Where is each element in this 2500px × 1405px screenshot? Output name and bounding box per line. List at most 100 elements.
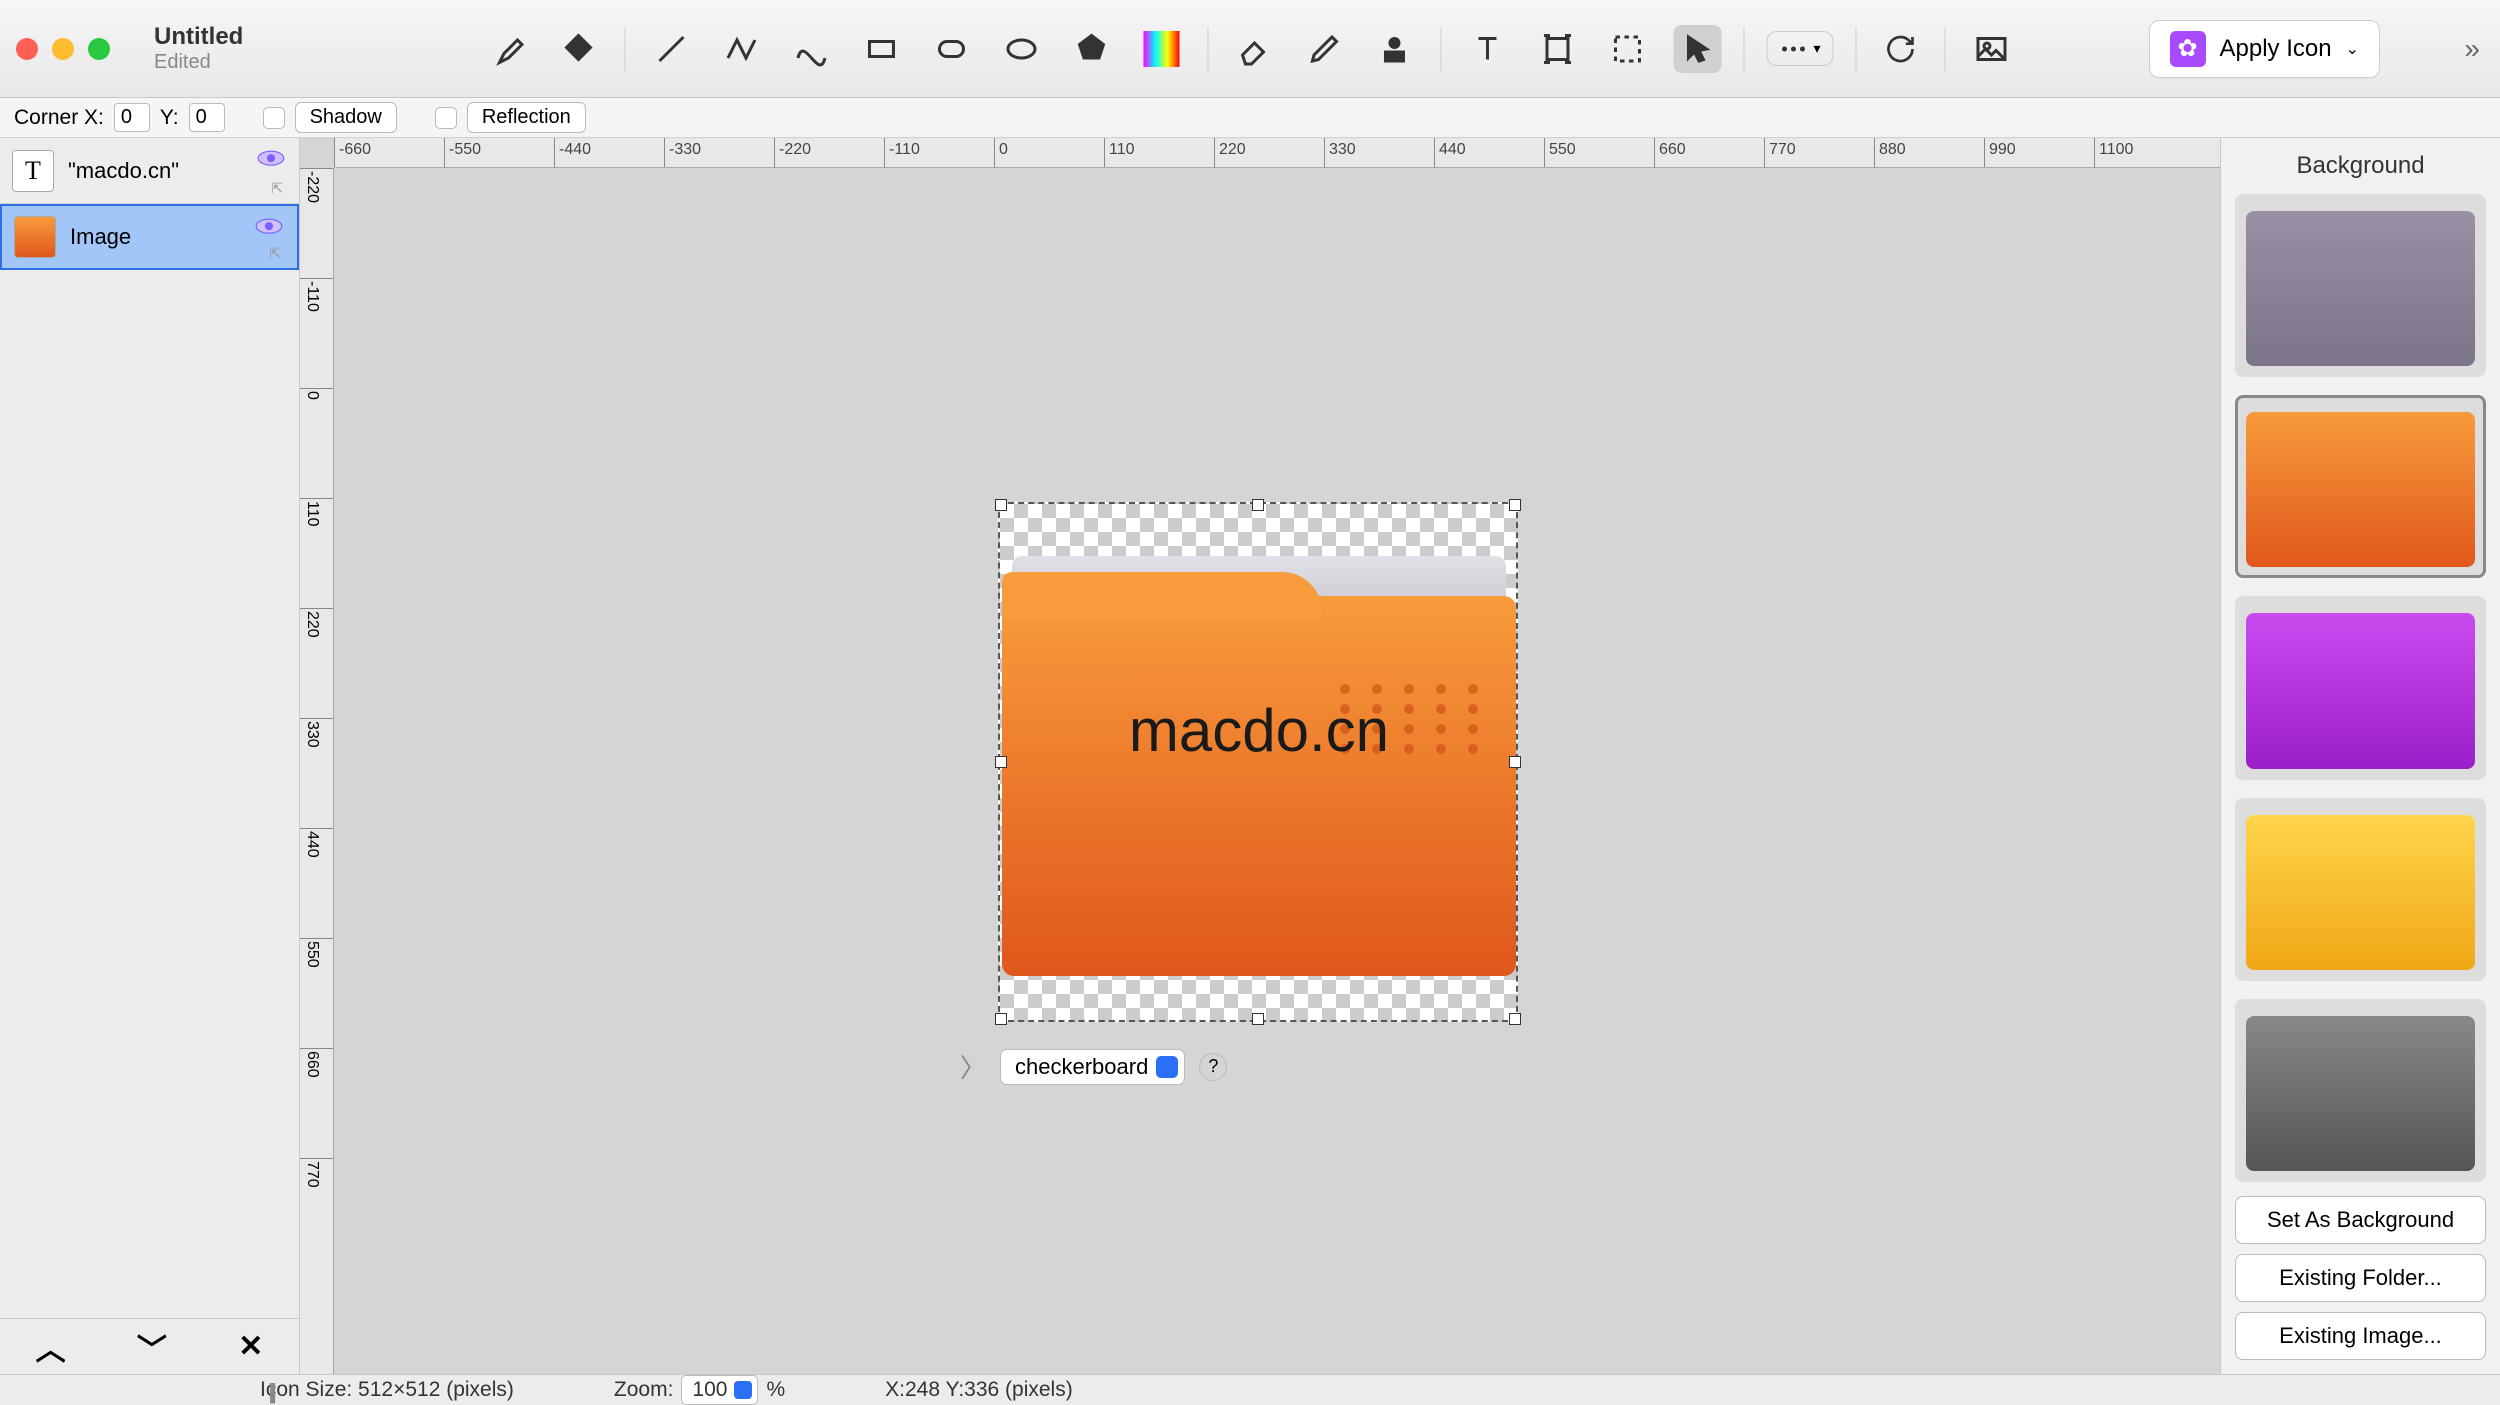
apply-icon-button[interactable]: ✿ Apply Icon ⌄ <box>2149 20 2380 78</box>
disclosure-chevron[interactable]: 〉 <box>960 1048 986 1085</box>
resize-handle[interactable] <box>1252 499 1264 511</box>
text-tool[interactable] <box>1463 25 1511 73</box>
corner-y-input[interactable] <box>189 103 225 132</box>
eyedropper-tool[interactable] <box>484 25 532 73</box>
resize-handle[interactable] <box>995 1013 1007 1025</box>
resize-grip[interactable]: ||| <box>268 1379 273 1405</box>
background-swatch[interactable] <box>2235 194 2486 377</box>
brush-tool[interactable] <box>1300 25 1348 73</box>
background-swatch[interactable] <box>2235 798 2486 981</box>
background-panel: Background Set As Background Existing Fo… <box>2220 138 2500 1374</box>
canvas[interactable]: -660-550-440-330-220-1100110220330440550… <box>300 138 2220 1374</box>
options-bar: Corner X: Y: Shadow Reflection <box>0 98 2500 138</box>
image-button[interactable] <box>1968 25 2016 73</box>
ellipse-tool[interactable] <box>997 25 1045 73</box>
separator <box>1207 27 1208 71</box>
layers-panel: T "macdo.cn" ⇱ Image ⇱ ︿ ﹀ ✕ <box>0 138 300 1374</box>
separator <box>624 27 625 71</box>
transform-tool[interactable] <box>1533 25 1581 73</box>
ruler-horizontal: -660-550-440-330-220-1100110220330440550… <box>334 138 2220 168</box>
layer-image[interactable]: Image ⇱ <box>0 204 299 270</box>
layer-text[interactable]: T "macdo.cn" ⇱ <box>0 138 299 204</box>
layer-delete-button[interactable]: ✕ <box>238 1329 263 1364</box>
resize-handle[interactable] <box>1509 756 1521 768</box>
layer-up-button[interactable]: ︿ <box>36 1325 66 1369</box>
artboard[interactable]: macdo.cn <box>998 502 1518 1022</box>
rounded-rect-tool[interactable] <box>927 25 975 73</box>
existing-folder-button[interactable]: Existing Folder... <box>2235 1254 2486 1302</box>
separator <box>1856 27 1857 71</box>
toolbar: ▾ <box>484 25 2015 73</box>
more-menu[interactable]: ▾ <box>1766 31 1833 66</box>
chevron-down-icon: ⌄ <box>2346 39 2359 59</box>
layer-name: "macdo.cn" <box>68 158 179 184</box>
zoom-value[interactable]: 100 <box>681 1375 758 1405</box>
document-title: Untitled Edited <box>154 23 243 74</box>
rect-tool[interactable] <box>857 25 905 73</box>
help-button[interactable]: ? <box>1199 1053 1227 1081</box>
main-area: T "macdo.cn" ⇱ Image ⇱ ︿ ﹀ ✕ -660-550-44… <box>0 138 2500 1374</box>
shadow-button[interactable]: Shadow <box>295 102 397 133</box>
expand-toolbar[interactable]: » <box>2464 33 2480 65</box>
separator <box>1743 27 1744 71</box>
resize-handle[interactable] <box>995 499 1007 511</box>
title-text: Untitled <box>154 23 243 51</box>
visibility-icon[interactable] <box>257 146 285 164</box>
marquee-tool[interactable] <box>1603 25 1651 73</box>
resize-handle[interactable] <box>995 756 1007 768</box>
cursor-position: X:248 Y:336 (pixels) <box>885 1378 1073 1402</box>
icon-size-label: Icon Size: 512×512 (pixels) <box>260 1378 514 1402</box>
reflection-checkbox[interactable] <box>435 107 457 129</box>
canvas-background-selector: 〉 checkerboard ? <box>960 1048 1227 1085</box>
layer-name: Image <box>70 224 131 250</box>
stamp-tool[interactable] <box>1370 25 1418 73</box>
refresh-button[interactable] <box>1879 27 1923 71</box>
curve-tool[interactable] <box>787 25 835 73</box>
polygon-tool[interactable] <box>1067 25 1115 73</box>
zoom-label: Zoom: <box>614 1378 674 1402</box>
corner-x-label: Corner X: <box>14 106 104 130</box>
checkerboard-dropdown[interactable]: checkerboard <box>1000 1049 1185 1085</box>
corner-x-input[interactable] <box>114 103 150 132</box>
zigzag-tool[interactable] <box>717 25 765 73</box>
title-status: Edited <box>154 51 243 74</box>
line-tool[interactable] <box>647 25 695 73</box>
close-window[interactable] <box>16 38 38 60</box>
zoom-pct: % <box>766 1378 785 1402</box>
layer-thumb-text: T <box>12 150 54 192</box>
reflection-button[interactable]: Reflection <box>467 102 586 133</box>
zoom-control: Zoom: 100 % <box>614 1375 785 1405</box>
bucket-tool[interactable] <box>554 25 602 73</box>
layer-down-button[interactable]: ﹀ <box>137 1325 167 1369</box>
gradient-tool[interactable] <box>1137 25 1185 73</box>
pointer-tool[interactable] <box>1673 25 1721 73</box>
visibility-icon[interactable] <box>255 214 283 232</box>
background-swatch[interactable] <box>2235 999 2486 1182</box>
apply-icon-label: Apply Icon <box>2220 35 2332 63</box>
background-swatch[interactable] <box>2235 596 2486 779</box>
separator <box>1440 27 1441 71</box>
status-bar: ||| Icon Size: 512×512 (pixels) Zoom: 10… <box>0 1374 2500 1404</box>
titlebar: Untitled Edited ▾ ✿ Apply Icon ⌄ » <box>0 0 2500 98</box>
resize-handle[interactable] <box>1252 1013 1264 1025</box>
resize-handle[interactable] <box>1509 499 1521 511</box>
separator <box>1945 27 1946 71</box>
eraser-tool[interactable] <box>1230 25 1278 73</box>
background-list <box>2221 194 2500 1182</box>
minimize-window[interactable] <box>52 38 74 60</box>
resize-handle[interactable] <box>1509 1013 1521 1025</box>
folder-icon-preview: macdo.cn <box>1002 556 1516 976</box>
set-as-background-button[interactable]: Set As Background <box>2235 1196 2486 1244</box>
corner-y-label: Y: <box>160 106 179 130</box>
background-panel-title: Background <box>2221 138 2500 194</box>
gear-icon: ✿ <box>2170 31 2206 67</box>
shadow-checkbox[interactable] <box>263 107 285 129</box>
existing-image-button[interactable]: Existing Image... <box>2235 1312 2486 1360</box>
maximize-window[interactable] <box>88 38 110 60</box>
layer-actions: ︿ ﹀ ✕ <box>0 1318 299 1374</box>
background-swatch[interactable] <box>2235 395 2486 578</box>
canvas-text: macdo.cn <box>1002 696 1516 765</box>
layer-thumb-image <box>14 216 56 258</box>
lock-icon[interactable]: ⇱ <box>269 245 281 262</box>
lock-icon[interactable]: ⇱ <box>271 180 283 197</box>
